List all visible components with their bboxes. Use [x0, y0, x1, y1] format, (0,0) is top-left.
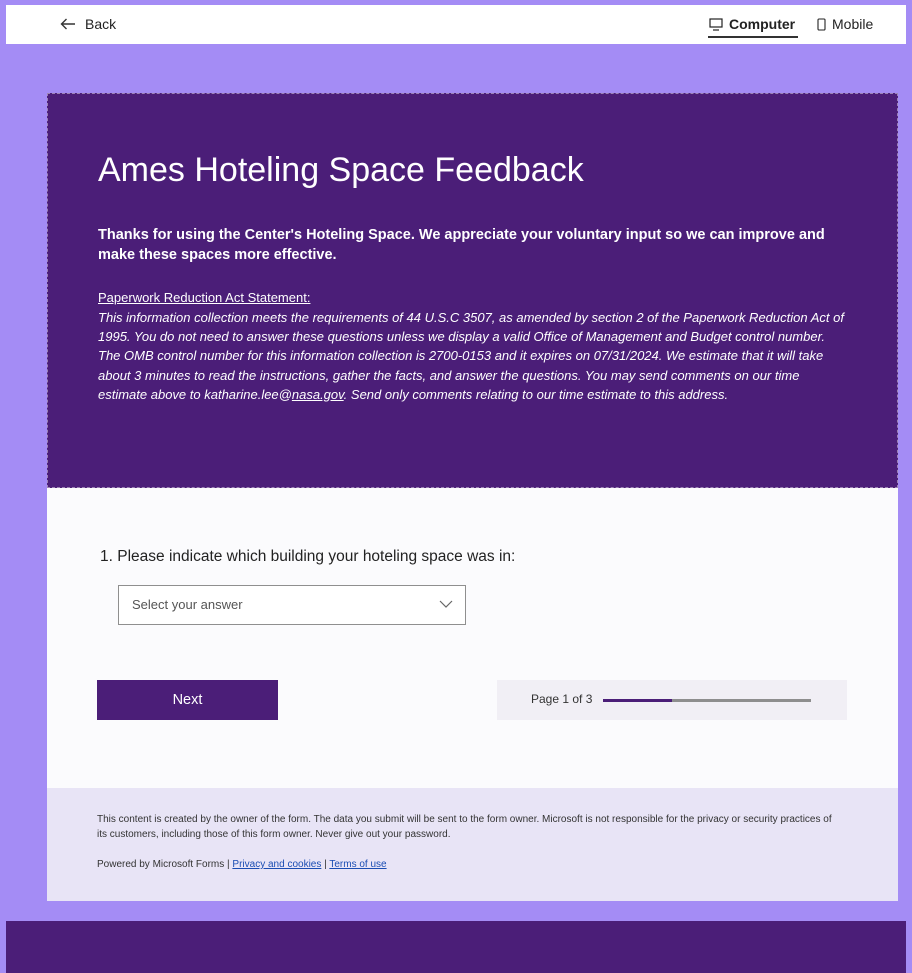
computer-label: Computer: [729, 16, 796, 32]
footer-disclaimer: This content is created by the owner of …: [97, 814, 832, 840]
form-footer: This content is created by the owner of …: [47, 788, 898, 901]
phone-icon: [817, 17, 826, 31]
mobile-view-tab[interactable]: Mobile: [817, 13, 873, 35]
question-text: Please indicate which building your hote…: [117, 548, 516, 565]
monitor-icon: [709, 17, 723, 31]
pra-email-domain-link[interactable]: nasa.gov: [292, 387, 344, 402]
form-title: Ames Hoteling Space Feedback: [98, 151, 584, 189]
terms-link[interactable]: Terms of use: [329, 859, 386, 870]
computer-view-tab[interactable]: Computer: [709, 13, 795, 35]
pra-heading: Paperwork Reduction Act Statement:: [98, 290, 311, 305]
back-label: Back: [85, 16, 117, 32]
arrow-left-icon: [60, 18, 75, 30]
pra-statement: This information collection meets the re…: [98, 308, 850, 404]
form-description: Thanks for using the Center's Hoteling S…: [98, 227, 825, 263]
chevron-down-icon: [439, 600, 453, 608]
active-tab-underline: [708, 36, 798, 38]
powered-by-text: Powered by Microsoft Forms: [97, 859, 225, 870]
page-indicator: Page 1 of 3: [531, 692, 593, 706]
progress-fill: [603, 699, 673, 702]
next-button[interactable]: Next: [97, 680, 278, 720]
form-header: Ames Hoteling Space Feedback Thanks for …: [47, 93, 898, 488]
question-1: 1. Please indicate which building your h…: [100, 548, 515, 566]
building-select-dropdown[interactable]: Select your answer: [118, 585, 466, 625]
footer-links: Powered by Microsoft Forms | Privacy and…: [97, 859, 387, 870]
bottom-band: [6, 921, 906, 973]
mobile-label: Mobile: [832, 16, 874, 32]
top-bar: Back Computer Mobile: [6, 5, 906, 44]
privacy-link[interactable]: Privacy and cookies: [232, 859, 321, 870]
pra-text-after-link: . Send only comments relating to our tim…: [343, 386, 729, 402]
progress-track: [603, 699, 811, 702]
select-placeholder: Select your answer: [132, 597, 243, 612]
form-card: Ames Hoteling Space Feedback Thanks for …: [47, 93, 898, 901]
page-progress: Page 1 of 3: [497, 680, 847, 720]
back-button[interactable]: Back: [60, 13, 116, 35]
question-number: 1.: [100, 548, 113, 565]
